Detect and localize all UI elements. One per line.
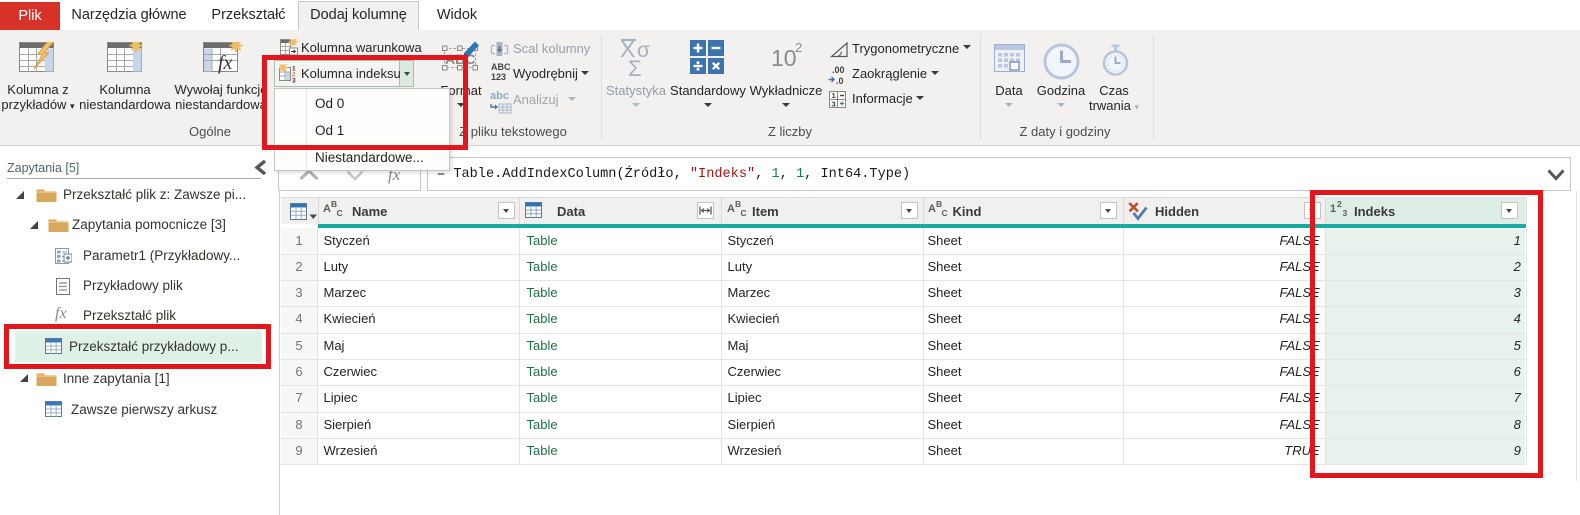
svg-text:A: A [323, 203, 331, 215]
svg-text:A: A [727, 203, 735, 215]
svg-text:C: C [337, 208, 343, 218]
svg-text:abc: abc [490, 90, 509, 102]
svg-text:fx: fx [218, 52, 233, 74]
svg-text:2: 2 [795, 40, 802, 55]
svg-text:ABC: ABC [491, 62, 511, 72]
svg-text:C: C [741, 208, 747, 218]
svg-text:.00: .00 [832, 65, 845, 75]
svg-text:A: A [928, 203, 936, 215]
svg-text:10: 10 [771, 45, 797, 71]
svg-text:C: C [941, 208, 947, 218]
svg-text:Σ: Σ [628, 56, 642, 76]
svg-text:3: 3 [832, 100, 836, 109]
svg-text:123: 123 [491, 72, 506, 82]
svg-text:.0: .0 [836, 76, 844, 85]
